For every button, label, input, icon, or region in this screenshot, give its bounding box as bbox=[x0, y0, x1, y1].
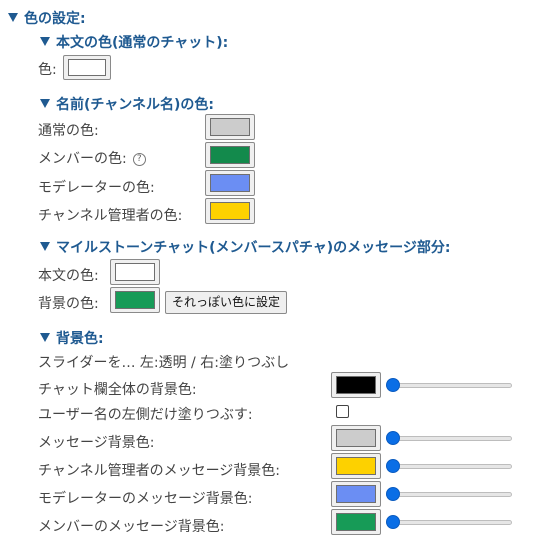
color-swatch bbox=[210, 202, 250, 220]
color-swatch bbox=[115, 291, 155, 309]
color-swatch bbox=[336, 457, 376, 475]
normal-color-label: 通常の色: bbox=[38, 123, 99, 139]
color-swatch bbox=[210, 146, 250, 164]
member-message-bg-opacity-slider[interactable] bbox=[386, 515, 512, 529]
username-left-fill-checkbox[interactable] bbox=[336, 405, 349, 418]
color-swatch bbox=[210, 174, 250, 192]
color-swatch bbox=[115, 263, 155, 281]
owner-message-bg-opacity-slider[interactable] bbox=[386, 459, 512, 473]
slider-track bbox=[386, 464, 512, 469]
member-message-bg-color-picker[interactable] bbox=[331, 509, 381, 535]
collapse-triangle-icon bbox=[40, 99, 50, 108]
collapse-triangle-icon bbox=[40, 242, 50, 251]
milestone-heading[interactable]: マイルストーンチャット(メンバースパチャ)のメッセージ部分: bbox=[40, 237, 450, 257]
username-left-fill-label: ユーザー名の左側だけ塗りつぶす: bbox=[38, 407, 253, 423]
chat-bg-label: チャット欄全体の背景色: bbox=[38, 382, 197, 398]
member-message-bg-label: メンバーのメッセージ背景色: bbox=[38, 519, 225, 535]
milestone-body-color-label: 本文の色: bbox=[38, 268, 99, 284]
color-swatch bbox=[336, 429, 376, 447]
milestone-body-color-picker[interactable] bbox=[110, 259, 160, 285]
milestone-bg-color-picker[interactable] bbox=[110, 287, 160, 313]
member-color-label: メンバーの色:? bbox=[38, 148, 146, 168]
help-icon[interactable]: ? bbox=[132, 153, 146, 166]
moderator-message-bg-label: モデレーターのメッセージ背景色: bbox=[38, 491, 253, 507]
color-swatch bbox=[336, 485, 376, 503]
message-bg-opacity-slider[interactable] bbox=[386, 431, 512, 445]
member-color-picker[interactable] bbox=[205, 142, 255, 168]
color-swatch bbox=[210, 118, 250, 136]
body-color-picker[interactable] bbox=[63, 55, 111, 80]
owner-message-bg-label: チャンネル管理者のメッセージ背景色: bbox=[38, 463, 281, 479]
chat-bg-color-picker[interactable] bbox=[331, 372, 381, 398]
color-swatch bbox=[336, 376, 376, 394]
owner-message-bg-color-picker[interactable] bbox=[331, 453, 381, 479]
collapse-triangle-icon bbox=[8, 13, 18, 22]
color-swatch bbox=[336, 513, 376, 531]
moderator-color-label: モデレーターの色: bbox=[38, 180, 155, 196]
owner-color-picker[interactable] bbox=[205, 198, 255, 224]
moderator-color-picker[interactable] bbox=[205, 170, 255, 196]
slider-track bbox=[386, 383, 512, 388]
slider-track bbox=[386, 492, 512, 497]
collapse-triangle-icon bbox=[40, 333, 50, 342]
set-similar-color-button[interactable]: それっぽい色に設定 bbox=[165, 291, 288, 314]
chat-bg-opacity-slider[interactable] bbox=[386, 378, 512, 392]
normal-color-picker[interactable] bbox=[205, 114, 255, 140]
slider-thumb[interactable] bbox=[386, 487, 400, 501]
slider-track bbox=[386, 436, 512, 441]
owner-color-label: チャンネル管理者の色: bbox=[38, 208, 183, 224]
slider-thumb[interactable] bbox=[386, 515, 400, 529]
background-color-heading[interactable]: 背景色: bbox=[40, 328, 104, 348]
slider-thumb[interactable] bbox=[386, 431, 400, 445]
message-bg-color-picker[interactable] bbox=[331, 425, 381, 451]
color-swatch bbox=[68, 59, 106, 76]
message-bg-label: メッセージ背景色: bbox=[38, 435, 155, 451]
name-color-heading[interactable]: 名前(チャンネル名)の色: bbox=[40, 94, 214, 114]
slider-thumb[interactable] bbox=[386, 459, 400, 473]
slider-track bbox=[386, 520, 512, 525]
moderator-message-bg-color-picker[interactable] bbox=[331, 481, 381, 507]
body-color-label: 色: bbox=[38, 62, 57, 78]
color-settings-heading[interactable]: 色の設定: bbox=[8, 8, 86, 28]
body-text-color-heading[interactable]: 本文の色(通常のチャット): bbox=[40, 32, 228, 52]
moderator-message-bg-opacity-slider[interactable] bbox=[386, 487, 512, 501]
slider-note: スライダーを… 左:透明 / 右:塗りつぶし bbox=[38, 355, 290, 371]
milestone-bg-color-label: 背景の色: bbox=[38, 296, 99, 312]
slider-thumb[interactable] bbox=[386, 378, 400, 392]
collapse-triangle-icon bbox=[40, 37, 50, 46]
